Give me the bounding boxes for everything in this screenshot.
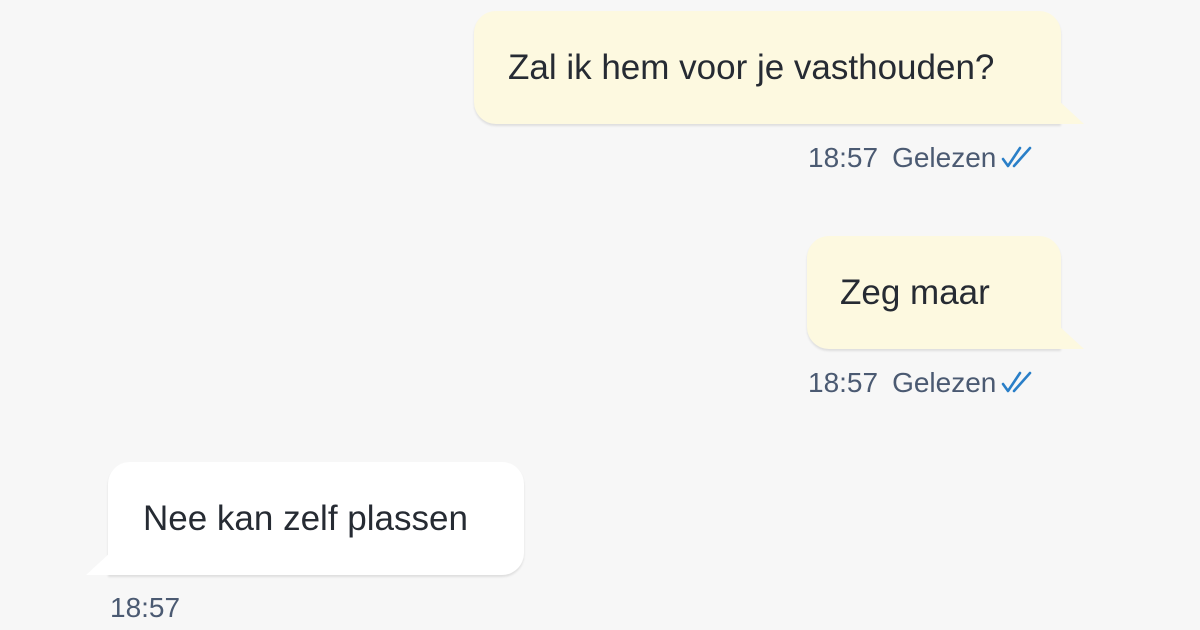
message-text: Nee kan zelf plassen <box>143 498 468 538</box>
bubble-tail <box>86 551 112 575</box>
message-bubble[interactable]: Nee kan zelf plassen <box>108 462 524 575</box>
bubble-tail <box>1058 325 1084 349</box>
chat-thread: Zal ik hem voor je vasthouden? 18:57 Gel… <box>0 0 1200 630</box>
message-bubble[interactable]: Zal ik hem voor je vasthouden? <box>474 11 1061 124</box>
double-check-icon <box>1002 146 1032 168</box>
message-time: 18:57 <box>808 367 879 398</box>
read-status: Gelezen <box>892 367 997 398</box>
message-meta: 18:57 Gelezen <box>808 142 1036 174</box>
message-bubble[interactable]: Zeg maar <box>807 236 1061 349</box>
message-text: Zeg maar <box>840 272 990 312</box>
message-meta: 18:57 <box>110 592 194 624</box>
message-meta: 18:57 Gelezen <box>808 367 1036 399</box>
read-status: Gelezen <box>892 142 997 173</box>
message-time: 18:57 <box>110 592 181 623</box>
message-text: Zal ik hem voor je vasthouden? <box>508 47 995 87</box>
double-check-icon <box>1002 371 1032 393</box>
bubble-tail <box>1058 100 1084 124</box>
message-time: 18:57 <box>808 142 879 173</box>
